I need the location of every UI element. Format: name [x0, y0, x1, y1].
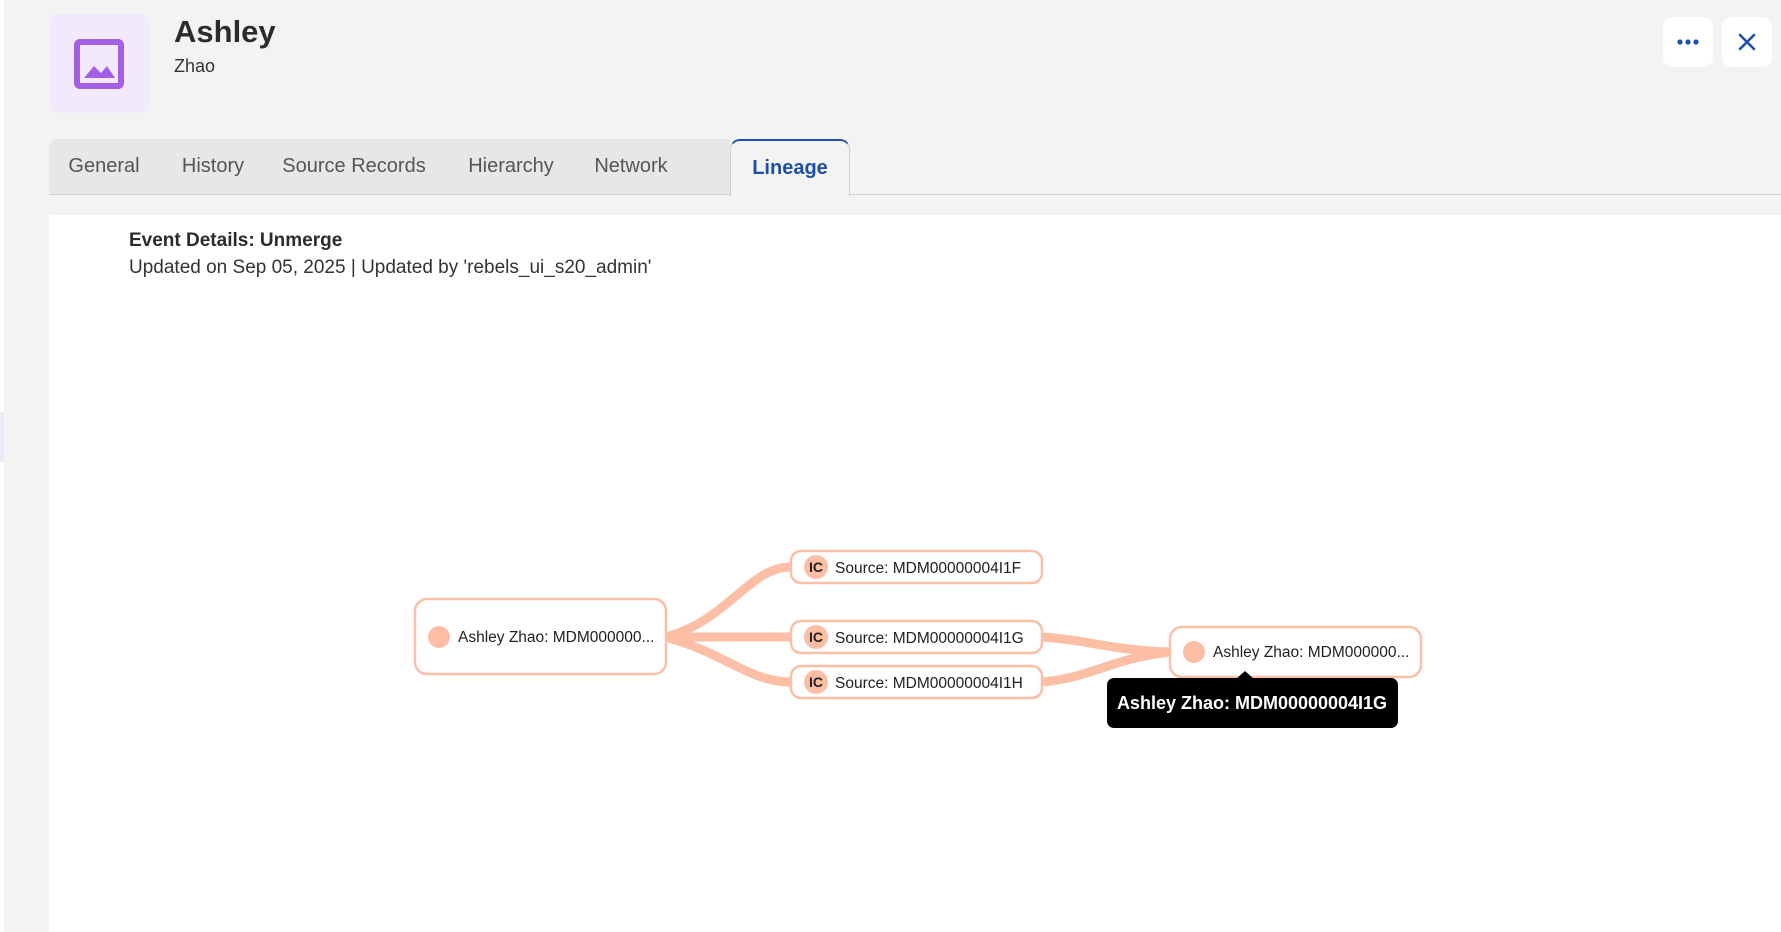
source-node-label: Source: MDM00000004I1F	[835, 560, 1021, 577]
link-left-to-source-3	[661, 632, 796, 687]
left-strip	[0, 0, 4, 932]
record-detail-page: Ashley Zhao General History Source Recor…	[0, 0, 1781, 932]
record-subtitle: Zhao	[174, 56, 216, 76]
source-node-label: Source: MDM00000004I1G	[835, 630, 1024, 647]
link-source-2-to-right	[1037, 632, 1175, 657]
left-strip-marker	[0, 412, 4, 462]
lineage-node-left[interactable]: Ashley Zhao: MDM000000...	[413, 597, 668, 676]
close-icon	[1738, 33, 1756, 51]
node-dot-icon	[1183, 641, 1205, 663]
close-button[interactable]	[1722, 17, 1772, 67]
node-dot-icon	[428, 626, 450, 648]
tab-source-records[interactable]: Source Records	[265, 139, 443, 194]
lineage-source-node-3[interactable]: IC Source: MDM00000004I1H	[789, 664, 1044, 700]
lineage-source-node-2[interactable]: IC Source: MDM00000004I1G	[789, 619, 1044, 655]
record-avatar	[49, 14, 149, 113]
lineage-node-left-label: Ashley Zhao: MDM000000...	[458, 629, 654, 646]
lineage-source-node-1[interactable]: IC Source: MDM00000004I1F	[789, 549, 1044, 585]
lineage-node-right-label: Ashley Zhao: MDM000000...	[1213, 644, 1409, 661]
image-icon	[74, 38, 124, 89]
tab-bar: General History Source Records Hierarchy…	[49, 139, 1781, 196]
record-title: Ashley	[174, 14, 276, 49]
source-badge-label: IC	[809, 674, 823, 690]
source-badge-label: IC	[809, 629, 823, 645]
more-options-button[interactable]	[1663, 17, 1713, 67]
tab-general[interactable]: General	[49, 139, 159, 194]
link-source-3-to-right	[1037, 647, 1175, 687]
tab-lineage[interactable]: Lineage	[730, 139, 850, 196]
tooltip-text: Ashley Zhao: MDM00000004I1G	[1117, 693, 1387, 713]
tab-network[interactable]: Network	[577, 139, 685, 194]
lineage-graph: Ashley Zhao: MDM000000... IC Source: MDM…	[413, 549, 1423, 728]
link-left-to-source-1	[661, 562, 796, 642]
node-tooltip: Ashley Zhao: MDM00000004I1G	[1107, 671, 1398, 728]
lineage-node-right[interactable]: Ashley Zhao: MDM000000...	[1168, 625, 1423, 679]
source-badge-label: IC	[809, 559, 823, 575]
tab-history[interactable]: History	[169, 139, 257, 194]
lineage-panel: Event Details: Unmerge Updated on Sep 05…	[49, 215, 1781, 932]
more-horizontal-icon	[1677, 39, 1699, 45]
tab-hierarchy[interactable]: Hierarchy	[453, 139, 569, 194]
source-node-label: Source: MDM00000004I1H	[835, 675, 1023, 692]
